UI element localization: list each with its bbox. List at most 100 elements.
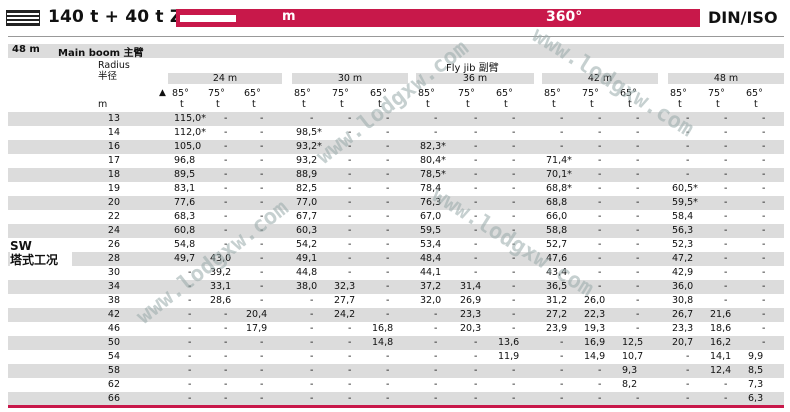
tower-mode-label: SW 塔式工况 <box>10 239 72 269</box>
capacity-unit: t <box>302 99 306 110</box>
bottom-divider <box>8 405 784 408</box>
capacity-cell: 60,5* <box>672 183 698 194</box>
jib-angle: 65° <box>244 88 261 99</box>
capacity-cell: - <box>636 113 640 124</box>
fly-jib-label: Fly jib 副臂 <box>446 63 499 74</box>
capacity-cell: - <box>348 141 352 152</box>
table-row: 20 77,6 - - 77,0 - - 76,3 - - 68,8 - - 59,5* - - <box>8 196 784 210</box>
capacity-cell: - <box>636 197 640 208</box>
capacity-cell: - <box>636 169 640 180</box>
capacity-cell: - <box>560 393 564 404</box>
capacity-cell: 16,9 <box>584 337 606 348</box>
capacity-cell: - <box>762 183 766 194</box>
capacity-cell: - <box>512 155 516 166</box>
capacity-cell: - <box>762 141 766 152</box>
capacity-cell: - <box>636 155 640 166</box>
capacity-cell: 8,5 <box>748 365 764 376</box>
table-row: 26 54,8 - - 54,2 - - 53,4 - - 52,7 - - 52,3 - - <box>8 238 784 252</box>
top-divider <box>8 36 784 37</box>
capacity-cell: - <box>474 225 478 236</box>
capacity-unit: t <box>716 99 720 110</box>
capacity-cell: 7,3 <box>748 379 764 390</box>
capacity-cell: - <box>560 365 564 376</box>
capacity-cell: 78,4 <box>420 183 442 194</box>
capacity-cell: 88,9 <box>296 169 318 180</box>
radius-cell: 42 <box>107 309 120 320</box>
capacity-cell: - <box>474 155 478 166</box>
capacity-unit: t <box>678 99 682 110</box>
capacity-cell: 26,9 <box>460 295 482 306</box>
capacity-unit: t <box>466 99 470 110</box>
capacity-cell: - <box>386 351 390 362</box>
capacity-cell: - <box>512 211 516 222</box>
capacity-cell: - <box>724 197 728 208</box>
capacity-cell: - <box>598 183 602 194</box>
capacity-cell: - <box>224 351 228 362</box>
capacity-cell: - <box>260 169 264 180</box>
radius-cell: 28 <box>107 253 120 264</box>
capacity-cell: - <box>386 197 390 208</box>
capacity-cell: 53,4 <box>420 239 442 250</box>
table-row: 19 83,1 - - 82,5 - - 78,4 - - 68,8* - - 60,5* - - <box>8 182 784 196</box>
capacity-cell: 21,6 <box>710 309 732 320</box>
capacity-cell: - <box>310 295 314 306</box>
radius-cell: 20 <box>107 197 120 208</box>
capacity-cell: - <box>386 267 390 278</box>
capacity-cell: - <box>474 351 478 362</box>
capacity-cell: - <box>686 351 690 362</box>
capacity-cell: - <box>310 309 314 320</box>
capacity-cell: - <box>348 351 352 362</box>
jib-angle: 75° <box>332 88 349 99</box>
capacity-cell: - <box>512 365 516 376</box>
table-row: 66 - - - - - - - - - - - - - - 6,3 <box>8 392 784 406</box>
capacity-cell: - <box>434 365 438 376</box>
radius-label-en: Radius <box>98 60 130 71</box>
table-row: 17 96,8 - - 93,2 - - 80,4* - - 71,4* - - - - - <box>8 154 784 168</box>
capacity-cell: 98,5* <box>296 127 322 138</box>
capacity-cell: 105,0 <box>174 141 202 152</box>
capacity-cell: - <box>762 211 766 222</box>
capacity-cell: 36,5 <box>546 281 568 292</box>
capacity-cell: - <box>512 379 516 390</box>
capacity-cell: 23,3 <box>672 323 694 334</box>
capacity-cell: - <box>386 239 390 250</box>
capacity-cell: 24,2 <box>334 309 356 320</box>
capacity-cell: - <box>512 239 516 250</box>
capacity-cell: - <box>560 351 564 362</box>
capacity-cell: - <box>434 351 438 362</box>
capacity-cell: - <box>348 239 352 250</box>
radius-cell: 34 <box>107 281 120 292</box>
capacity-cell: - <box>386 393 390 404</box>
capacity-cell: - <box>386 281 390 292</box>
capacity-cell: 77,0 <box>296 197 318 208</box>
capacity-cell: - <box>188 393 192 404</box>
capacity-cell: - <box>188 309 192 320</box>
capacity-cell: - <box>474 127 478 138</box>
capacity-cell: - <box>474 379 478 390</box>
capacity-cell: 26,7 <box>672 309 694 320</box>
capacity-cell: - <box>224 379 228 390</box>
capacity-cell: - <box>188 337 192 348</box>
capacity-cell: - <box>560 113 564 124</box>
capacity-cell: - <box>724 267 728 278</box>
capacity-cell: - <box>636 295 640 306</box>
capacity-cell: - <box>260 211 264 222</box>
capacity-cell: - <box>598 127 602 138</box>
capacity-cell: 37,2 <box>420 281 442 292</box>
capacity-cell: - <box>686 113 690 124</box>
capacity-cell: - <box>724 169 728 180</box>
header-red-bar: m 360° <box>176 9 700 27</box>
capacity-cell: - <box>686 393 690 404</box>
redacted-mark <box>180 15 236 22</box>
table-row: 58 - - - - - - - - - - - 9,3 - 12,4 8,5 <box>8 364 784 378</box>
capacity-cell: - <box>474 365 478 376</box>
capacity-cell: 82,5 <box>296 183 318 194</box>
capacity-cell: 44,1 <box>420 267 442 278</box>
capacity-cell: - <box>348 211 352 222</box>
capacity-cell: 14,1 <box>710 351 732 362</box>
capacity-cell: - <box>260 113 264 124</box>
header-unit: m <box>282 9 296 24</box>
table-row: 54 - - - - - - - - 11,9 - 14,9 10,7 - 14,1 9,9 <box>8 350 784 364</box>
capacity-cell: 16,8 <box>372 323 394 334</box>
capacity-cell: 27,2 <box>546 309 568 320</box>
